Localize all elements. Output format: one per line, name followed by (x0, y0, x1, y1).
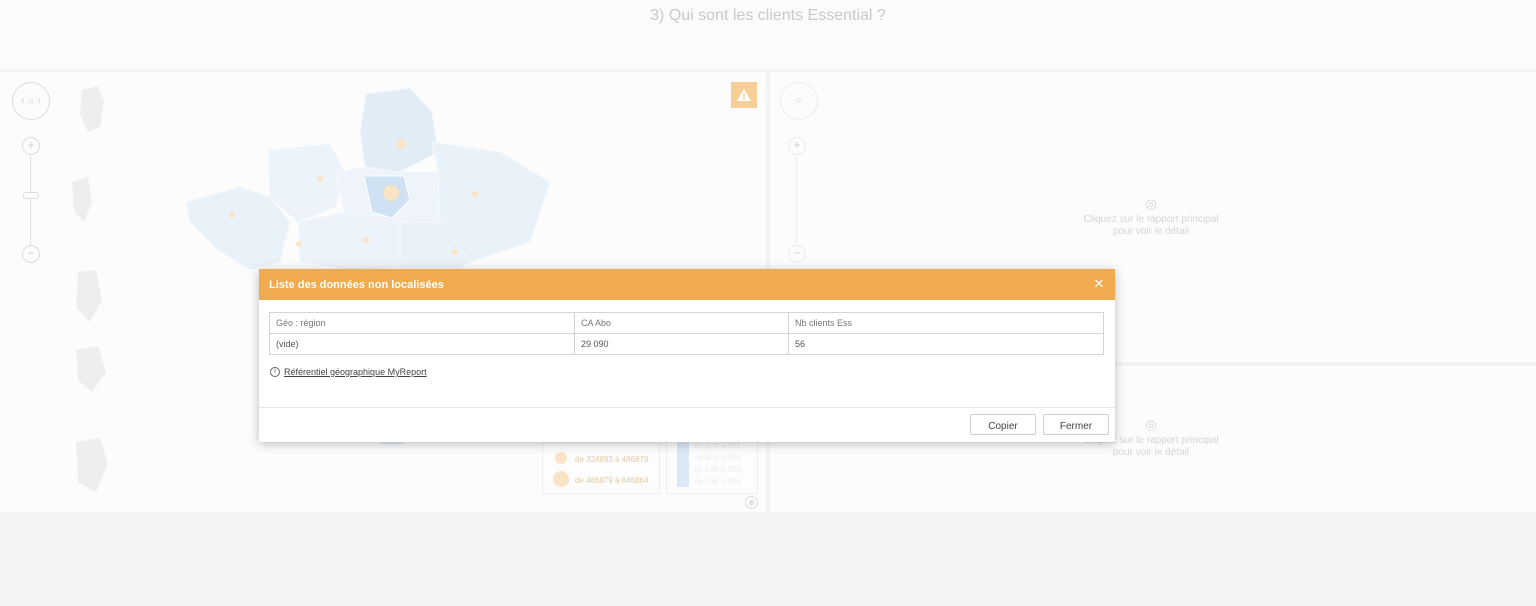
legend-color-label: de 599 à 796 (694, 465, 741, 474)
dialog-footer: Copier Fermer (259, 407, 1115, 443)
unlocated-data-dialog: Liste des données non localisées ✕ Géo :… (259, 269, 1115, 442)
geo-reference-link[interactable]: i Référentiel géographique MyReport (270, 367, 427, 377)
circle-legend: de 324893 à 486879 de 486879 à 648864 (542, 442, 660, 494)
pan-arrows-icon: ○ (795, 95, 803, 107)
legend-circle-large (553, 471, 569, 487)
target-icon: ◎ (1145, 196, 1157, 211)
table-cell: 56 (788, 333, 1104, 355)
zoom-out-button[interactable]: − (788, 245, 806, 263)
warning-icon (737, 89, 751, 101)
page-title: 3) Qui sont les clients Essential ? (650, 7, 886, 24)
close-button[interactable]: Fermer (1043, 414, 1109, 435)
table-row: (vide) 29 090 56 (269, 333, 1104, 355)
unlocated-data-table: Géo : région CA Abo Nb clients Ess (vide… (269, 312, 1104, 355)
table-cell: (vide) (269, 333, 575, 355)
zoom-slider-track[interactable] (796, 156, 797, 246)
page-footer-area (0, 512, 1536, 606)
column-header[interactable]: Géo : région (269, 312, 575, 334)
zoom-in-button[interactable]: + (788, 137, 806, 155)
pan-arrows-icon: ‹ ○ › (20, 95, 42, 107)
map-zoom-icon[interactable]: ⊕ (745, 496, 758, 509)
minus-icon: − (793, 246, 801, 260)
plus-icon: + (27, 138, 35, 152)
legend-color-label: de 796 à 994 (694, 477, 741, 486)
zoom-slider-track[interactable] (30, 156, 31, 246)
column-header[interactable]: CA Abo (574, 312, 789, 334)
warning-button[interactable] (731, 82, 757, 108)
table-cell: 29 090 (574, 333, 789, 355)
page-title-bar: 3) Qui sont les clients Essential ? (0, 0, 1536, 70)
minus-icon: − (27, 246, 35, 260)
close-icon[interactable]: ✕ (1092, 277, 1106, 291)
map-pan-control[interactable]: ○ (780, 82, 818, 120)
zoom-in-button[interactable]: + (22, 137, 40, 155)
geo-reference-link-label: Référentiel géographique MyReport (284, 367, 427, 377)
table-header-row: Géo : région CA Abo Nb clients Ess (269, 312, 1104, 334)
zoom-slider-handle[interactable] (23, 192, 39, 199)
copy-button[interactable]: Copier (970, 414, 1036, 435)
legend-color-bar (677, 439, 689, 487)
legend-circle-small (555, 452, 567, 464)
legend-circle-label: de 486879 à 648864 (575, 476, 649, 485)
legend-color-label: de 401 à 599 (694, 453, 741, 462)
plus-icon: + (793, 138, 801, 152)
detail-placeholder: ◎ Cliquez sur le rapport principal pour … (1070, 196, 1232, 238)
column-header[interactable]: Nb clients Ess (788, 312, 1104, 334)
legend-circle-label: de 324893 à 486879 (575, 455, 649, 464)
map-pan-control[interactable]: ‹ ○ › (12, 82, 50, 120)
color-legend: de 204 à 401 de 401 à 599 de 599 à 796 d… (666, 438, 758, 494)
info-icon: i (270, 367, 280, 377)
zoom-out-button[interactable]: − (22, 245, 40, 263)
dialog-title: Liste des données non localisées (269, 278, 444, 291)
dialog-header: Liste des données non localisées ✕ (259, 269, 1115, 300)
